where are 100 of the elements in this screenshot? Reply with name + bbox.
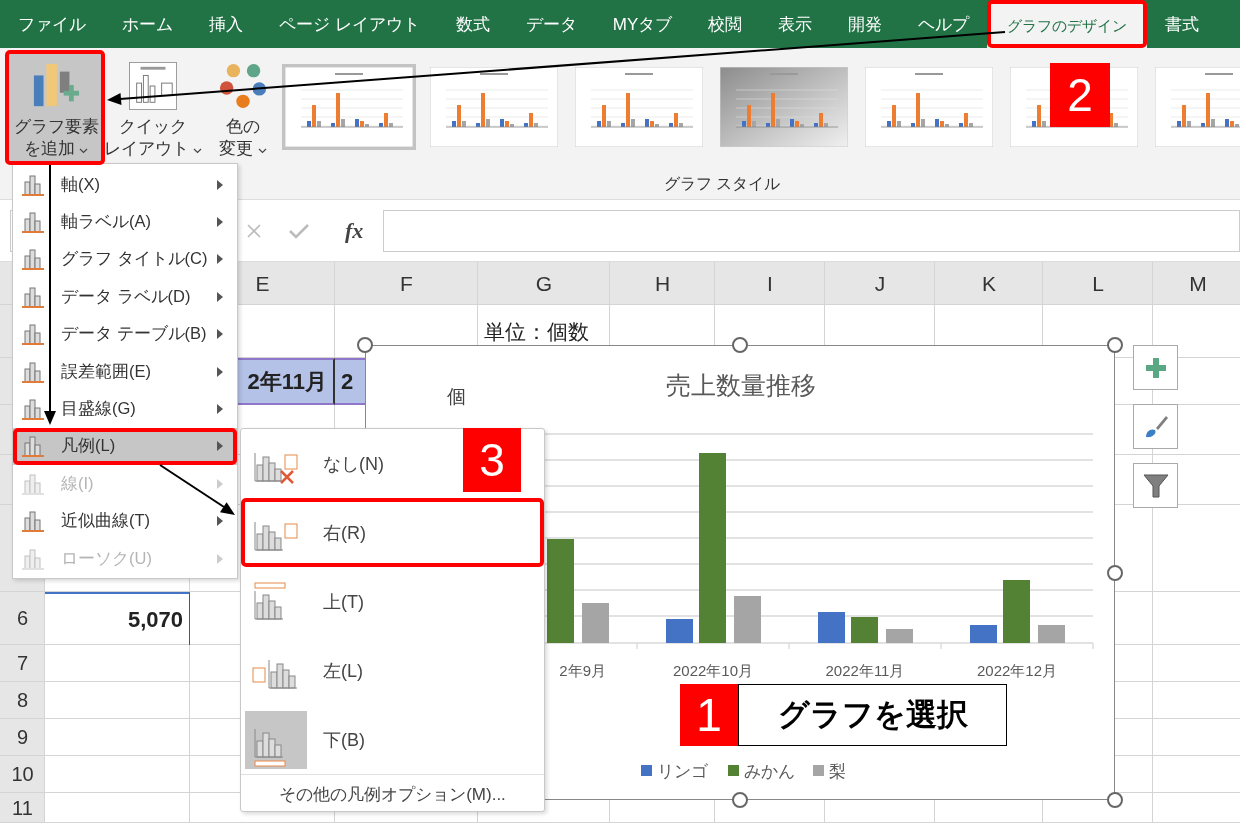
bar-chart-icon bbox=[21, 509, 47, 534]
menu-item[interactable]: 上(T) bbox=[241, 567, 376, 636]
chart-bar bbox=[1003, 580, 1030, 643]
chart-title: 売上数量推移 bbox=[666, 371, 816, 399]
menu-item[interactable]: データ テーブル(B) bbox=[13, 315, 237, 353]
chart-style-thumbnail[interactable] bbox=[282, 64, 416, 150]
chart-bar bbox=[886, 629, 913, 643]
axis-label: 2022年12月 bbox=[976, 662, 1058, 679]
ribbon-tab[interactable]: 開発 bbox=[830, 0, 901, 48]
caret-icon bbox=[79, 148, 89, 154]
chart-layout-icon bbox=[128, 62, 178, 110]
axis-label: 2年9月 bbox=[559, 662, 606, 679]
caret-icon bbox=[257, 148, 267, 154]
column-header[interactable]: G bbox=[478, 262, 610, 305]
bar-chart-icon bbox=[21, 322, 47, 347]
row-header[interactable]: 8 bbox=[0, 682, 45, 719]
bar-chart-icon bbox=[21, 172, 47, 197]
legend-label: みかん bbox=[744, 762, 795, 781]
column-header[interactable]: H bbox=[610, 262, 715, 305]
quick-layout-button[interactable]: クイック レイアウト bbox=[104, 52, 202, 164]
chart-filters-button[interactable] bbox=[1133, 463, 1178, 508]
chart-elements-button[interactable] bbox=[1133, 345, 1178, 390]
submenu-arrow-icon bbox=[216, 515, 224, 528]
add-chart-element-button[interactable]: グラフ要素 を追加 bbox=[8, 52, 104, 164]
group-label: グラフ スタイル bbox=[662, 174, 782, 194]
ribbon-tab[interactable]: 数式 bbox=[437, 0, 508, 48]
row-header[interactable]: 10 bbox=[0, 756, 45, 793]
row-header[interactable]: 7 bbox=[0, 645, 45, 682]
menu-item[interactable]: 下(B) bbox=[241, 705, 377, 774]
funnel-icon bbox=[1142, 472, 1169, 499]
bar-chart-icon bbox=[21, 397, 47, 422]
change-colors-button[interactable]: 色の 変更 bbox=[212, 52, 274, 164]
ribbon-tab[interactable]: ファイル bbox=[0, 0, 104, 48]
ribbon-tab[interactable]: ヘルプ bbox=[900, 0, 988, 48]
menu-item[interactable]: 近似曲線(T) bbox=[13, 502, 237, 540]
plus-icon bbox=[1144, 356, 1167, 379]
column-header[interactable]: L bbox=[1043, 262, 1153, 305]
menu-item[interactable]: なし(N) bbox=[241, 429, 396, 498]
column-header[interactable]: K bbox=[935, 262, 1043, 305]
chart-style-thumbnail[interactable] bbox=[717, 64, 851, 150]
submenu-arrow-icon bbox=[216, 403, 224, 416]
table-cell-text: 単位：個数 bbox=[483, 318, 590, 345]
menu-item[interactable]: 凡例(L) bbox=[13, 427, 237, 466]
submenu-arrow-icon bbox=[216, 290, 224, 303]
insert-function-button[interactable]: fx bbox=[345, 217, 364, 244]
menu-item[interactable]: グラフ タイトル(C) bbox=[13, 240, 237, 279]
menu-item[interactable]: 軸ラベル(A) bbox=[13, 203, 237, 241]
row-header[interactable]: 9 bbox=[0, 719, 45, 756]
submenu-arrow-icon bbox=[216, 253, 224, 266]
callout-label: グラフを選択 bbox=[738, 684, 1007, 746]
submenu-arrow-icon bbox=[216, 178, 224, 191]
bar-chart-icon bbox=[21, 359, 47, 384]
axis-label: 2022年10月 bbox=[672, 662, 754, 679]
bar-chart-icon bbox=[21, 210, 47, 235]
row-header[interactable]: 6 bbox=[0, 592, 45, 645]
column-header[interactable]: J bbox=[825, 262, 935, 305]
chart-style-thumbnail[interactable] bbox=[572, 64, 706, 150]
chart-style-thumbnail[interactable] bbox=[427, 64, 561, 150]
ribbon-tab[interactable]: 挿入 bbox=[191, 0, 261, 48]
ribbon-tab[interactable]: MYタブ bbox=[594, 0, 691, 48]
ribbon-tab[interactable]: データ bbox=[507, 0, 595, 48]
ribbon-tab[interactable]: ホーム bbox=[104, 0, 191, 48]
submenu-arrow-icon bbox=[216, 365, 224, 378]
ribbon-tab[interactable]: 書式 bbox=[1147, 0, 1218, 48]
chart-bar bbox=[818, 612, 845, 643]
color-dots-icon bbox=[218, 62, 268, 110]
step-badge: 1 bbox=[680, 684, 738, 746]
chart-bar bbox=[582, 603, 609, 643]
legend-label: リンゴ bbox=[657, 762, 708, 781]
submenu-arrow-icon bbox=[216, 477, 224, 490]
column-header[interactable]: I bbox=[715, 262, 825, 305]
check-icon[interactable] bbox=[288, 221, 310, 240]
chart-bar bbox=[970, 625, 997, 643]
menu-item[interactable]: 左(L) bbox=[241, 636, 375, 705]
table-cell: 5,070 bbox=[45, 592, 190, 645]
ribbon-tab[interactable]: 校閲 bbox=[690, 0, 761, 48]
bar-chart-icon bbox=[21, 284, 47, 309]
menu-item[interactable]: データ ラベル(D) bbox=[13, 278, 237, 316]
bar-chart-icon bbox=[21, 247, 47, 272]
row-header[interactable]: 11 bbox=[0, 793, 45, 823]
column-header[interactable]: M bbox=[1153, 262, 1240, 305]
chart-styles-button[interactable] bbox=[1133, 404, 1178, 449]
submenu-arrow-icon bbox=[216, 328, 224, 341]
menu-item[interactable]: 右(R) bbox=[241, 498, 544, 567]
bar-chart-icon bbox=[21, 434, 47, 459]
submenu-arrow-icon bbox=[216, 216, 224, 229]
column-header[interactable]: F bbox=[335, 262, 478, 305]
step-badge: 3 bbox=[463, 428, 521, 492]
chart-bar bbox=[734, 596, 761, 643]
chart-style-thumbnail[interactable] bbox=[862, 64, 996, 150]
ribbon-tab[interactable]: ページ レイアウト bbox=[261, 0, 438, 48]
menu-item[interactable]: 軸(X) bbox=[13, 166, 237, 204]
ribbon-tab[interactable]: 表示 bbox=[760, 0, 831, 48]
more-legend-options[interactable]: その他の凡例オプション(M)... bbox=[241, 774, 544, 813]
chart-bar bbox=[1038, 625, 1065, 643]
legend-label: 梨 bbox=[829, 762, 846, 781]
axis-label: 2022年11月 bbox=[825, 662, 905, 679]
formula-input[interactable] bbox=[383, 209, 1240, 252]
chart-bar bbox=[851, 617, 878, 643]
caret-icon bbox=[193, 148, 203, 154]
